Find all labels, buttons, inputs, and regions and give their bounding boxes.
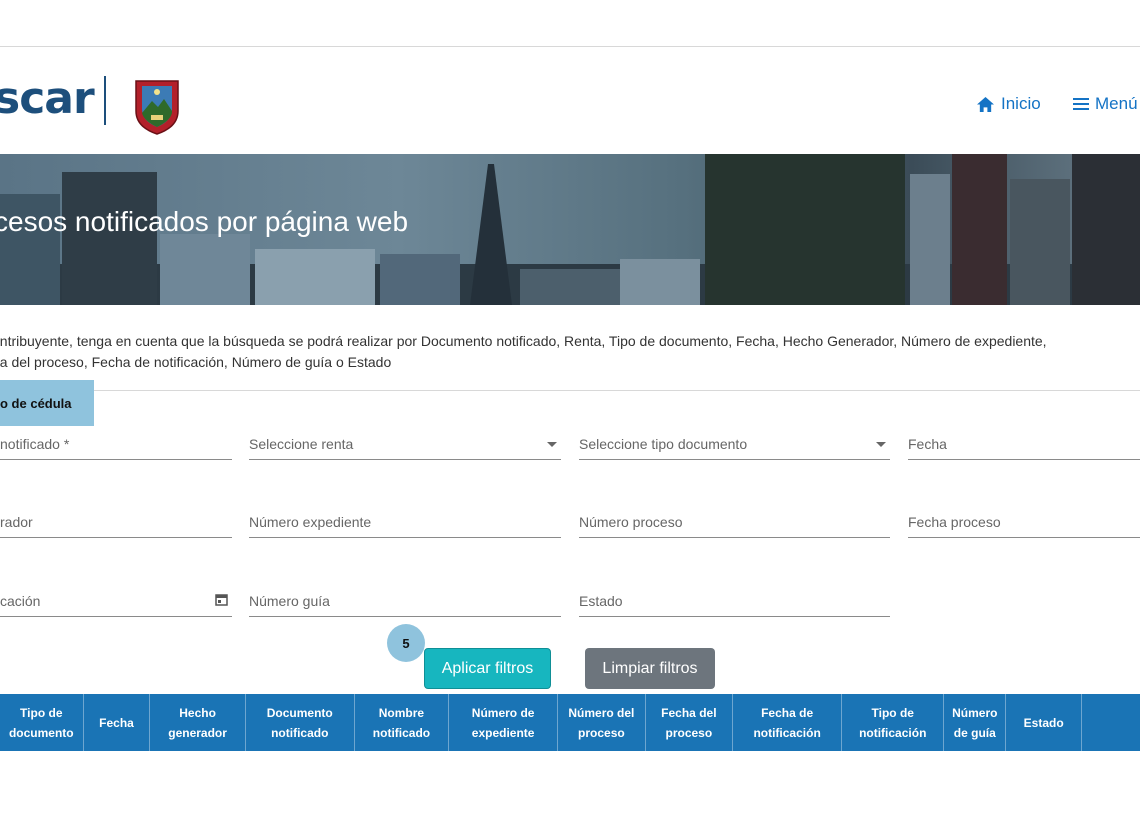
- column-header-extra: [1082, 694, 1140, 751]
- numero-proceso-placeholder: Número proceso: [579, 514, 683, 530]
- fecha-proceso-placeholder: Fecha proceso: [908, 514, 1001, 530]
- apply-filters-button[interactable]: Aplicar filtros: [424, 648, 551, 689]
- numero-guia-input[interactable]: Número guía: [249, 587, 561, 617]
- top-divider: [0, 46, 1140, 47]
- page-title: cesos notificados por página web: [0, 206, 409, 237]
- numero-proceso-input[interactable]: Número proceso: [579, 508, 890, 538]
- nav-home-label: Inicio: [1001, 94, 1041, 113]
- tipo-documento-select[interactable]: Seleccione tipo documento: [579, 430, 890, 460]
- fecha-placeholder: Fecha: [908, 436, 947, 452]
- column-header-estado[interactable]: Estado: [1006, 694, 1082, 751]
- menu-icon: [1073, 98, 1089, 110]
- calendar-icon[interactable]: [215, 593, 228, 606]
- instructions-line-1: ontribuyente, tenga en cuenta que la bús…: [0, 333, 1047, 349]
- search-type-tag: o de cédula: [0, 380, 94, 426]
- estado-placeholder: Estado: [579, 593, 623, 609]
- documento-notificado-placeholder: notificado *: [0, 436, 70, 452]
- estado-input[interactable]: Estado: [579, 587, 890, 617]
- column-header-tipo-notificacion[interactable]: Tipo de notificación: [842, 694, 945, 751]
- column-header-numero-proceso[interactable]: Número del proceso: [558, 694, 646, 751]
- hecho-generador-input[interactable]: rador: [0, 508, 232, 538]
- coat-of-arms-icon: [135, 80, 179, 135]
- fecha-notificacion-input[interactable]: cación: [0, 587, 232, 617]
- logo-text[interactable]: scar: [0, 74, 95, 124]
- fecha-input[interactable]: Fecha: [908, 430, 1140, 460]
- column-header-hecho-generador[interactable]: Hecho generador: [150, 694, 246, 751]
- renta-placeholder: Seleccione renta: [249, 436, 354, 452]
- home-icon: [977, 96, 994, 112]
- nav-home-link[interactable]: Inicio: [976, 94, 1041, 114]
- chevron-down-icon: [547, 442, 557, 447]
- logo-divider: [104, 76, 106, 125]
- column-header-fecha-proceso[interactable]: Fecha del proceso: [646, 694, 734, 751]
- results-table-header: Tipo de documento Fecha Hecho generador Do…: [0, 694, 1140, 751]
- column-header-numero-expediente[interactable]: Número de expediente: [449, 694, 559, 751]
- step-badge: 5: [387, 624, 425, 662]
- column-header-fecha-notificacion[interactable]: Fecha de notificación: [733, 694, 843, 751]
- hecho-generador-placeholder: rador: [0, 514, 33, 530]
- fecha-proceso-input[interactable]: Fecha proceso: [908, 508, 1140, 538]
- renta-select[interactable]: Seleccione renta: [249, 430, 561, 460]
- clear-filters-button[interactable]: Limpiar filtros: [585, 648, 715, 689]
- chevron-down-icon: [876, 442, 886, 447]
- section-divider: [0, 390, 1140, 391]
- numero-expediente-input[interactable]: Número expediente: [249, 508, 561, 538]
- column-header-nombre-notificado[interactable]: Nombre notificado: [355, 694, 450, 751]
- column-header-documento-notificado[interactable]: Documento notificado: [246, 694, 355, 751]
- column-header-numero-guia[interactable]: Número de guía: [944, 694, 1007, 751]
- column-header-fecha[interactable]: Fecha: [84, 694, 151, 751]
- documento-notificado-input[interactable]: notificado *: [0, 430, 232, 460]
- nav-menu-link[interactable]: Menú: [1073, 94, 1138, 114]
- fecha-notificacion-placeholder: cación: [0, 593, 41, 609]
- numero-guia-placeholder: Número guía: [249, 593, 330, 609]
- tipo-documento-placeholder: Seleccione tipo documento: [579, 436, 748, 452]
- instructions-line-2: na del proceso, Fecha de notificación, N…: [0, 354, 392, 370]
- search-instructions: ontribuyente, tenga en cuenta que la bús…: [0, 331, 1140, 373]
- nav-menu-label: Menú: [1095, 94, 1138, 113]
- column-header-tipo-documento[interactable]: Tipo de documento: [0, 694, 84, 751]
- numero-expediente-placeholder: Número expediente: [249, 514, 372, 530]
